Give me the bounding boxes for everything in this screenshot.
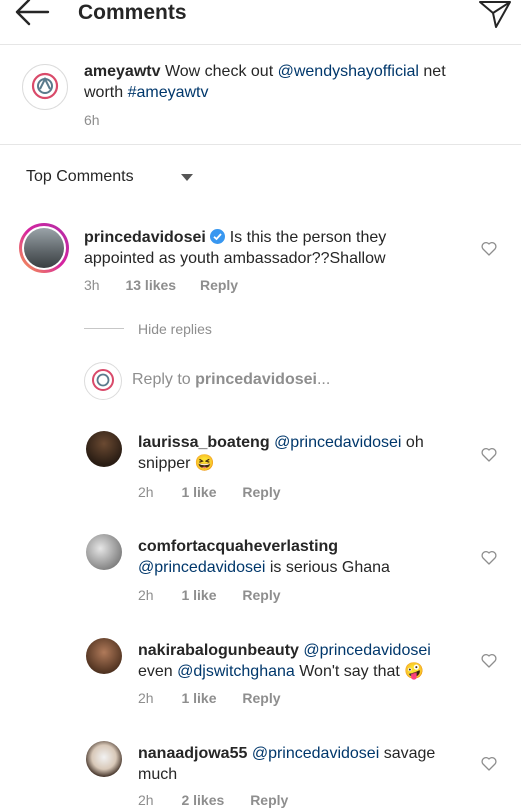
avatar <box>84 362 122 400</box>
heart-icon[interactable] <box>481 550 497 565</box>
comment-time: 3h <box>84 277 100 293</box>
reply-text-part: even <box>138 663 178 680</box>
reply-text-part: much <box>138 766 178 783</box>
verified-badge-icon <box>210 229 226 244</box>
hide-replies-button[interactable]: Hide replies <box>138 321 212 337</box>
reply-placeholder: Reply to <box>132 371 196 388</box>
reply-username[interactable]: comfortacquaheverlasting <box>138 538 338 555</box>
post-text-part: net <box>418 63 446 80</box>
zany-face-emoji: 🤪 <box>404 663 425 680</box>
post-text-part: worth <box>84 84 128 101</box>
reply-username[interactable]: laurissa_boateng <box>138 434 270 451</box>
reply-mention[interactable]: @princedavidosei <box>303 642 430 659</box>
top-bar: Comments <box>0 0 521 45</box>
avatar[interactable] <box>22 64 68 110</box>
reply-placeholder: ... <box>316 371 331 388</box>
ameyaw-logo-icon <box>92 369 114 391</box>
likes-count[interactable]: 1 like <box>181 484 216 500</box>
likes-count[interactable]: 1 like <box>181 587 216 603</box>
post-text: ameyawtv Wow check out @wendyshayofficia… <box>84 61 504 103</box>
page-title: Comments <box>78 1 187 24</box>
reply-text: nanaadjowa55 @princedavidosei savage muc… <box>138 743 478 785</box>
reply-mention[interactable]: @djswitchghana <box>177 663 295 680</box>
reply-meta: 2h 1 like Reply <box>138 690 281 706</box>
chevron-down-icon[interactable] <box>181 174 193 181</box>
avatar[interactable] <box>19 223 69 273</box>
comment-text: princedavidosei Is this the person they … <box>84 227 474 269</box>
reply-button[interactable]: Reply <box>242 587 280 603</box>
post-mention[interactable]: @wendyshayofficial <box>278 63 419 80</box>
avatar[interactable] <box>86 534 122 570</box>
reply-input[interactable]: Reply to princedavidosei... <box>132 371 330 389</box>
comment-username[interactable]: princedavidosei <box>84 229 206 246</box>
reply-meta: 2h 1 like Reply <box>138 587 281 603</box>
post-caption: ameyawtv Wow check out @wendyshayofficia… <box>0 44 521 145</box>
reply-time: 2h <box>138 690 154 706</box>
reply-text-part: Won't say that <box>294 663 405 680</box>
reply-button[interactable]: Reply <box>242 484 280 500</box>
likes-count[interactable]: 2 likes <box>181 792 224 808</box>
heart-icon[interactable] <box>481 447 497 462</box>
comment-text-part: appointed as youth ambassador??Shallow <box>84 250 386 267</box>
post-text-part: Wow check out <box>160 63 278 80</box>
avatar[interactable] <box>86 638 122 674</box>
laughing-emoji: 😆 <box>194 455 215 472</box>
reply-text-part: savage <box>379 745 436 762</box>
reply-text: laurissa_boateng @princedavidosei oh sni… <box>138 432 468 474</box>
likes-count[interactable]: 1 like <box>181 690 216 706</box>
heart-icon[interactable] <box>481 756 497 771</box>
reply-button[interactable]: Reply <box>200 277 238 293</box>
reply-text-part: is serious Ghana <box>265 559 390 576</box>
reply-time: 2h <box>138 484 154 500</box>
comment-meta: 3h 13 likes Reply <box>84 277 238 293</box>
heart-icon[interactable] <box>481 241 497 256</box>
likes-count[interactable]: 13 likes <box>125 277 176 293</box>
heart-icon[interactable] <box>481 653 497 668</box>
avatar[interactable] <box>86 431 122 467</box>
reply-button[interactable]: Reply <box>250 792 288 808</box>
reply-username[interactable]: nanaadjowa55 <box>138 745 247 762</box>
reply-meta: 2h 2 likes Reply <box>138 792 288 808</box>
paper-plane-icon[interactable] <box>478 0 512 28</box>
reply-time: 2h <box>138 792 154 808</box>
sort-dropdown[interactable]: Top Comments <box>26 168 134 186</box>
comment-text-part: Is this the person they <box>229 229 387 246</box>
reply-meta: 2h 1 like Reply <box>138 484 281 500</box>
reply-mention[interactable]: @princedavidosei <box>138 559 265 576</box>
reply-mention[interactable]: @princedavidosei <box>252 745 379 762</box>
reply-text: nakirabalogunbeauty @princedavidosei eve… <box>138 640 468 682</box>
reply-mention[interactable]: @princedavidosei <box>274 434 401 451</box>
ameyaw-logo-icon <box>31 72 59 100</box>
reply-text: comfortacquaheverlasting @princedavidose… <box>138 536 468 578</box>
divider <box>84 328 124 329</box>
reply-username[interactable]: nakirabalogunbeauty <box>138 642 299 659</box>
reply-text-part: oh <box>401 434 424 451</box>
reply-placeholder-user: princedavidosei <box>195 371 317 388</box>
post-username[interactable]: ameyawtv <box>84 63 161 80</box>
reply-button[interactable]: Reply <box>242 690 280 706</box>
arrow-left-icon[interactable] <box>12 0 52 30</box>
avatar[interactable] <box>86 741 122 777</box>
reply-time: 2h <box>138 587 154 603</box>
post-hashtag[interactable]: #ameyawtv <box>128 84 209 101</box>
post-time: 6h <box>84 112 100 128</box>
reply-text-part: snipper <box>138 455 195 472</box>
